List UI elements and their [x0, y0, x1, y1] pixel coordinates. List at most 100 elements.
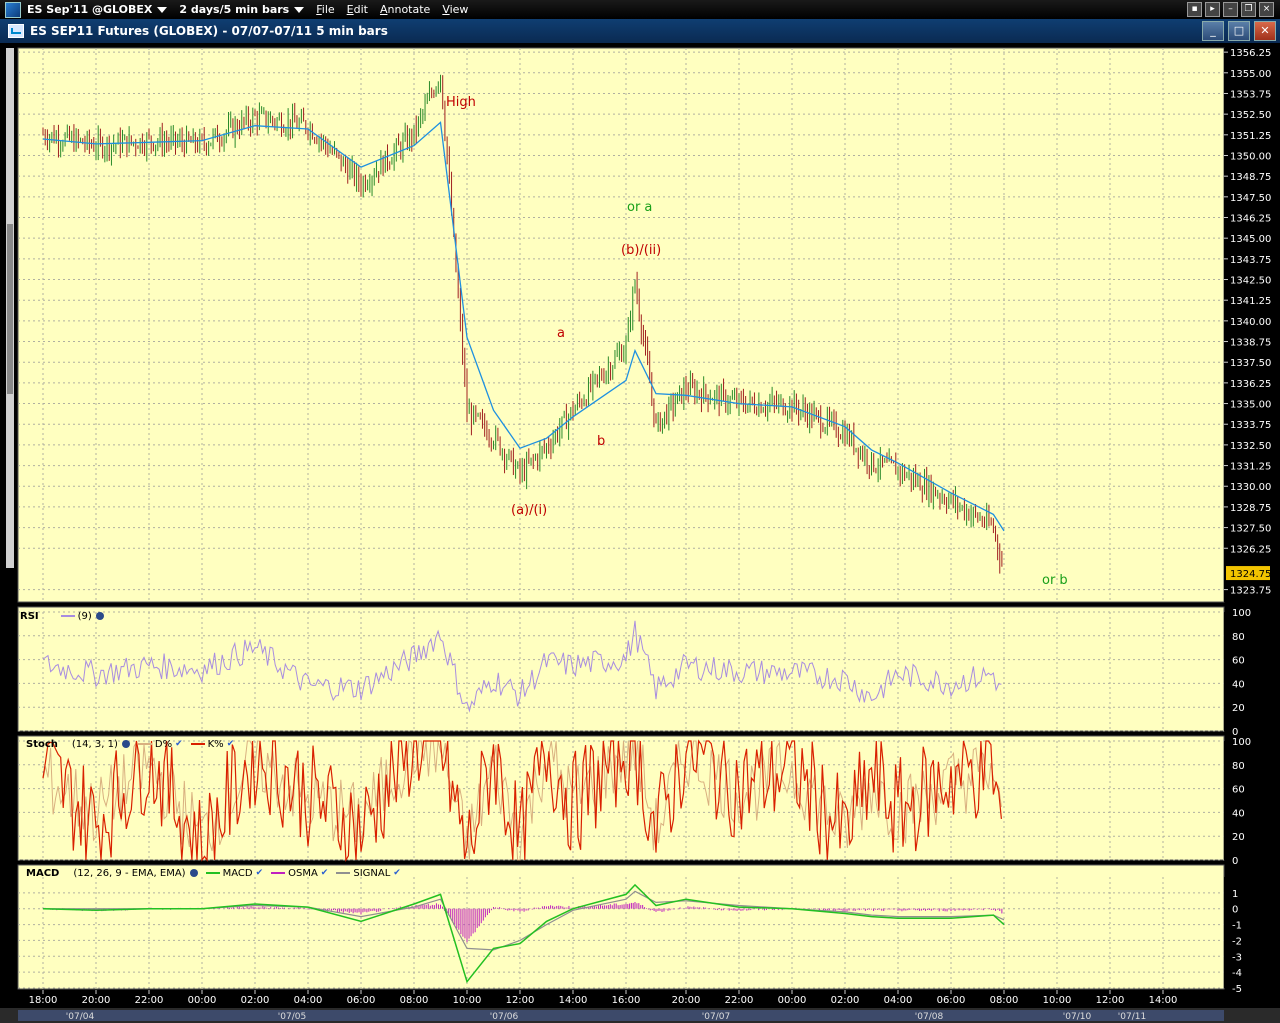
price-tick-label: 1340.00 — [1230, 317, 1271, 328]
macd-label: MACD — [222, 867, 253, 879]
price-tick-label: 1326.25 — [1230, 544, 1271, 555]
macd-pane: 1 0 -1 -2 -3 -4 -5 — [17, 864, 1280, 995]
macd-tick-label: -3 — [1232, 952, 1242, 963]
signal-label: SIGNAL — [353, 867, 391, 879]
price-tick-label: 1348.75 — [1230, 172, 1271, 183]
time-tick-label: 14:00 — [559, 995, 588, 1006]
time-tick-label: 00:00 — [188, 995, 217, 1006]
checkbox-icon[interactable]: ✔ — [393, 868, 401, 878]
stoch-pane-bg — [17, 735, 1225, 861]
pin-icon[interactable]: ▸ — [1205, 2, 1220, 17]
rsi-tick-label: 80 — [1232, 632, 1245, 643]
price-tick-label: 1352.50 — [1230, 110, 1271, 121]
stoch-tick-label: 0 — [1232, 856, 1238, 867]
close-icon[interactable]: × — [1259, 2, 1274, 17]
stoch-d-label: D% — [154, 738, 173, 750]
window-title: ES SEP11 Futures (GLOBEX) - 07/07-07/11 … — [30, 24, 388, 38]
chart-annotation: or a — [627, 200, 652, 215]
time-tick-label: 10:00 — [453, 995, 482, 1006]
scrollbar-track[interactable] — [18, 1010, 1224, 1021]
checkbox-icon[interactable]: ✔ — [321, 868, 329, 878]
macd-pane-bg — [17, 864, 1225, 990]
stoch-tick-label: 20 — [1232, 832, 1245, 843]
time-tick-label: 00:00 — [778, 995, 807, 1006]
time-tick-label: 22:00 — [725, 995, 754, 1006]
chart-annotation: (b)/(ii) — [621, 243, 661, 258]
chart-annotation: High — [446, 95, 476, 110]
chevron-down-icon — [157, 6, 168, 13]
minimize-icon[interactable]: – — [1223, 2, 1238, 17]
osma-legend-swatch — [271, 872, 286, 874]
rsi-header: RSI (9) — [20, 609, 104, 623]
minimize-button[interactable]: _ — [1202, 21, 1224, 41]
rsi-pane-bg — [17, 606, 1225, 732]
price-pane: High or a (b)/(ii) a b (a)/(i) or b 1356.25 135… — [17, 47, 1280, 603]
time-tick-label: 10:00 — [1043, 995, 1072, 1006]
time-tick-label: 02:00 — [241, 995, 270, 1006]
checkbox-icon[interactable]: ✔ — [227, 739, 235, 749]
close-button[interactable]: ✕ — [1254, 21, 1276, 41]
rsi-tick-label: 40 — [1232, 679, 1245, 690]
rsi-legend-swatch — [60, 615, 75, 617]
menubar: ES Sep'11 @GLOBEX 2 days/5 min bars File… — [0, 0, 1280, 19]
app-logo-icon — [5, 1, 21, 18]
chart-window-buttons: _ □ ✕ — [1202, 21, 1276, 41]
rsi-params: (9) — [77, 610, 92, 622]
price-tick-label: 1333.75 — [1230, 420, 1271, 431]
macd-tick-label: -4 — [1232, 968, 1242, 979]
checkbox-icon[interactable]: ✔ — [256, 868, 264, 878]
osma-label: OSMA — [288, 867, 318, 879]
stoch-tick-label: 60 — [1232, 785, 1245, 796]
rsi-tick-label: 20 — [1232, 703, 1245, 714]
price-tick-label: 1347.50 — [1230, 193, 1271, 204]
macd-tick-label: -2 — [1232, 936, 1242, 947]
date-label: '07/11 — [1118, 1012, 1146, 1022]
restore-icon[interactable]: ❐ — [1241, 2, 1256, 17]
chevron-down-icon — [294, 6, 305, 13]
d-legend-swatch — [137, 743, 152, 745]
time-tick-label: 08:00 — [400, 995, 429, 1006]
time-tick-label: 18:00 — [29, 995, 58, 1006]
symbol-label: ES Sep'11 @GLOBEX — [27, 3, 153, 16]
price-tick-label: 1337.50 — [1230, 358, 1271, 369]
checkbox-icon[interactable]: ✔ — [175, 739, 183, 749]
symbol-dropdown[interactable]: ES Sep'11 @GLOBEX — [27, 3, 168, 16]
macd-title: MACD — [26, 867, 60, 879]
lock-icon[interactable]: ▪ — [1187, 2, 1202, 17]
stoch-tick-label: 80 — [1232, 761, 1245, 772]
date-label: '07/07 — [702, 1012, 730, 1022]
time-tick-label: 02:00 — [831, 995, 860, 1006]
menu-edit[interactable]: Edit — [347, 3, 368, 16]
scrollbar-thumb[interactable] — [7, 224, 13, 394]
menu-view[interactable]: View — [442, 3, 468, 16]
stoch-k-label: K% — [207, 738, 224, 750]
time-tick-label: 14:00 — [1149, 995, 1178, 1006]
date-label: '07/10 — [1063, 1012, 1092, 1022]
period-dropdown[interactable]: 2 days/5 min bars — [179, 3, 305, 16]
menu-file[interactable]: File — [316, 3, 334, 16]
time-tick-label: 20:00 — [82, 995, 111, 1006]
menu-annotate[interactable]: Annotate — [380, 3, 430, 16]
chart-area: High or a (b)/(ii) a b (a)/(i) or b 1356.25 135… — [0, 44, 1280, 1023]
time-tick-label: 06:00 — [937, 995, 966, 1006]
price-tick-label: 1323.75 — [1230, 586, 1271, 597]
date-label: '07/04 — [66, 1012, 95, 1022]
price-tick-label: 1351.25 — [1230, 131, 1271, 142]
maximize-button[interactable]: □ — [1228, 21, 1250, 41]
settings-icon[interactable] — [121, 740, 130, 748]
time-tick-label: 20:00 — [672, 995, 701, 1006]
price-tick-label: 1331.25 — [1230, 462, 1271, 473]
price-tick-label: 1342.50 — [1230, 276, 1271, 287]
price-tick-label: 1338.75 — [1230, 338, 1271, 349]
rsi-title: RSI — [20, 610, 39, 622]
price-tick-label: 1345.00 — [1230, 234, 1271, 245]
chart-annotation: (a)/(i) — [511, 503, 547, 518]
price-tick-label: 1346.25 — [1230, 214, 1271, 225]
price-tick-label: 1335.00 — [1230, 400, 1271, 411]
stoch-pane: 100 80 60 40 20 0 — [17, 735, 1280, 867]
settings-icon[interactable] — [189, 869, 198, 877]
settings-icon[interactable] — [95, 612, 104, 620]
signal-legend-swatch — [336, 872, 351, 874]
date-label: '07/08 — [915, 1012, 944, 1022]
macd-tick-label: -1 — [1232, 921, 1242, 932]
